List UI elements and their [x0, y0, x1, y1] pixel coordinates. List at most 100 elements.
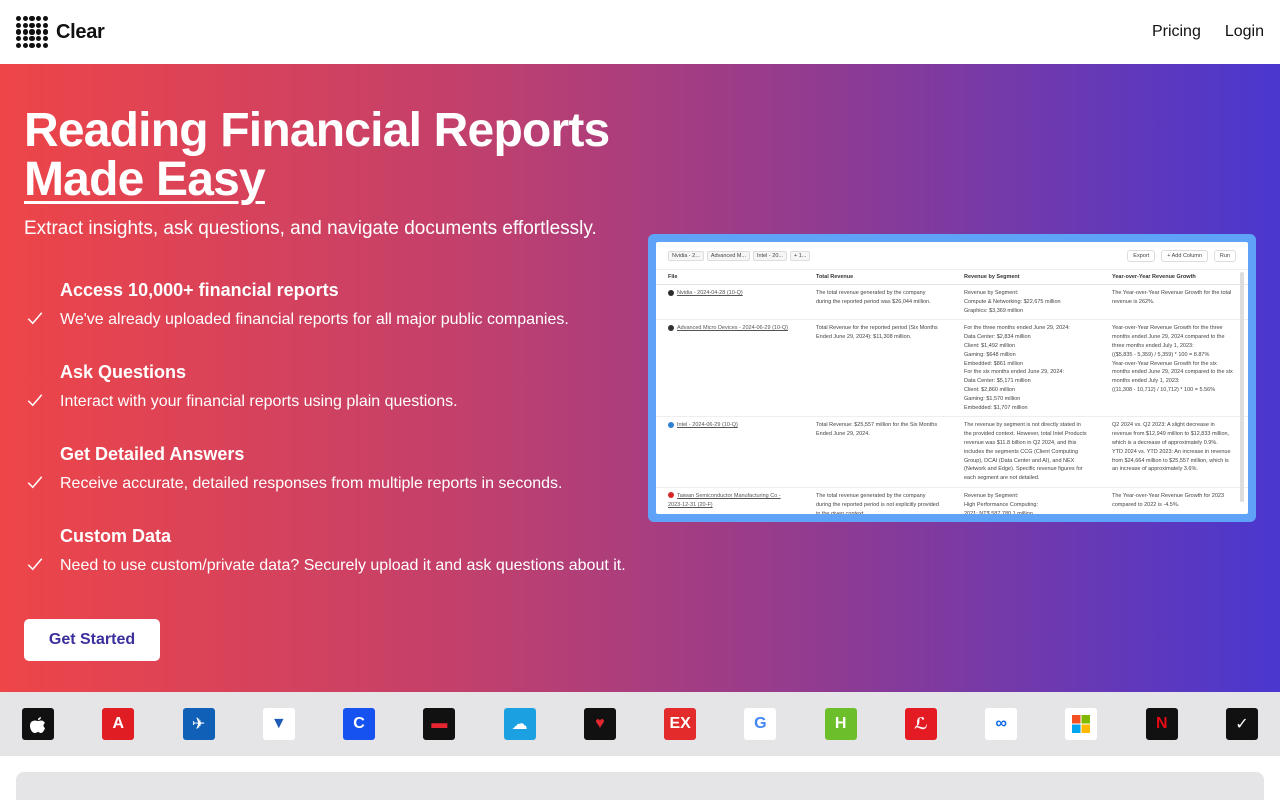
preview-segment-cell: For the three months ended June 29, 2024… [952, 319, 1100, 418]
feature-item: Access 10,000+ financial reports We've a… [24, 278, 634, 332]
logo-mark: EX [669, 715, 691, 732]
checkmark-icon [27, 312, 43, 325]
expedia-logo: EX [664, 708, 697, 740]
logo-mark: N [1155, 715, 1168, 732]
checkmark-icon [27, 558, 43, 571]
logo-mark: ✓ [1235, 716, 1249, 733]
feature-item: Get Detailed Answers Receive accurate, d… [24, 442, 634, 496]
company-dot-icon [668, 421, 674, 428]
hero-section: Reading Financial Reports Made Easy Extr… [0, 64, 1280, 692]
preview-column-header: Revenue by Segment [952, 270, 1100, 285]
logo-mark: ℒ [914, 716, 928, 733]
product-preview: Nvidia - 2... Advanced M... Intel - 20..… [648, 234, 1256, 522]
preview-file-name: Nvidia - 2024-04-28 (10-Q) [677, 290, 743, 296]
logo-mark: ☁ [511, 716, 528, 733]
logo-mark: A [112, 715, 125, 732]
feature-title: Access 10,000+ financial reports [60, 280, 339, 300]
get-started-button[interactable]: Get Started [24, 619, 160, 661]
salesforce-logo: ☁ [503, 708, 536, 740]
preview-file-chip: Nvidia - 2... [668, 250, 704, 261]
logo-mark: H [834, 715, 847, 732]
preview-segment-cell: Revenue by Segment: Compute & Networking… [952, 284, 1100, 321]
hero-title-line1: Reading Financial Reports [24, 104, 610, 157]
feature-description: Receive accurate, detailed responses fro… [60, 475, 563, 492]
preview-revenue-cell: Total Revenue: $25,557 million for the S… [804, 416, 952, 488]
preview-table-panel: Nvidia - 2... Advanced M... Intel - 20..… [656, 242, 1248, 514]
cvs-logo: ♥ [583, 708, 616, 740]
preview-column-header: Year-over-Year Revenue Growth [1100, 270, 1248, 285]
feature-item: Custom Data Need to use custom/private d… [24, 524, 634, 578]
preview-toolbar: Nvidia - 2... Advanced M... Intel - 20..… [656, 242, 1248, 270]
meta-logo: ∞ [985, 708, 1018, 740]
nike-logo: ✓ [1225, 708, 1258, 740]
preview-file-name: Intel - 2024-06-29 (10-Q) [677, 422, 738, 429]
preview-growth-cell: Q2 2024 vs. Q2 2023: A slight decrease i… [1100, 416, 1248, 488]
nav-pricing-link[interactable]: Pricing [1152, 23, 1201, 41]
lyft-logo: ℒ [904, 708, 937, 740]
hero-subtitle: Extract insights, ask questions, and nav… [24, 218, 597, 239]
company-dot-icon [668, 289, 674, 296]
preview-table-row: Taiwan Semiconductor Manufacturing Co - … [656, 487, 1248, 514]
preview-run-button: Run [1213, 249, 1236, 262]
preview-growth-cell: The Year-over-Year Revenue Growth for 20… [1100, 487, 1248, 514]
preview-file-chip: Intel - 20... [753, 250, 787, 261]
logo-mark: C [353, 715, 365, 732]
logo-mark: ∞ [995, 715, 1007, 732]
costco-logo: ▬ [423, 708, 456, 740]
logo-mark: ▬ [431, 715, 448, 732]
header-nav: Pricing Login [1152, 23, 1264, 41]
company-dot-icon [668, 324, 674, 331]
feature-description: We've already uploaded financial reports… [60, 311, 569, 328]
next-section-card [16, 772, 1264, 800]
hulu-logo: H [824, 708, 857, 740]
hero-title: Reading Financial Reports Made Easy [24, 104, 610, 206]
feature-description: Interact with your financial reports usi… [60, 393, 458, 410]
preview-file-cell: Taiwan Semiconductor Manufacturing Co - … [656, 487, 804, 514]
feature-description: Need to use custom/private data? Securel… [60, 557, 626, 574]
feature-title: Ask Questions [60, 362, 187, 382]
logo-mark: ▼ [270, 715, 287, 732]
preview-revenue-cell: Total Revenue for the reported period (S… [804, 319, 952, 418]
preview-export-button: Export [1127, 249, 1156, 262]
preview-revenue-cell: The total revenue generated by the compa… [804, 487, 952, 514]
preview-file-name: Taiwan Semiconductor Manufacturing Co - … [668, 492, 781, 508]
boeing-logo: ✈ [182, 708, 215, 740]
preview-table-row: Nvidia - 2024-04-28 (10-Q) The total reve… [656, 284, 1248, 321]
company-dot-icon [668, 492, 674, 499]
preview-file-chip: + 1... [790, 250, 811, 261]
preview-add-column-button: + Add Column [1161, 249, 1208, 262]
preview-file-cell: Intel - 2024-06-29 (10-Q) [656, 416, 804, 488]
brand-dots-icon [16, 16, 48, 48]
top-nav-bar: Clear Pricing Login [0, 0, 1280, 64]
adobe-logo: A [102, 708, 135, 740]
logo-mark: ✈ [191, 716, 206, 733]
company-logo-strip: A ✈ ▼ C ▬ ☁ ♥ EX G H ℒ ∞ N ✓ [0, 692, 1280, 756]
feature-list: Access 10,000+ financial reports We've a… [24, 278, 634, 606]
brand-name: Clear [56, 20, 105, 43]
preview-table-row: Intel - 2024-06-29 (10-Q) Total Revenue: … [656, 416, 1248, 488]
preview-segment-cell: The revenue by segment is not directly s… [952, 416, 1100, 488]
preview-scrollbar [1240, 272, 1244, 502]
logo-mark: ♥ [595, 715, 605, 732]
preview-column-header: File [656, 270, 804, 285]
preview-file-name: Advanced Micro Devices - 2024-06-29 (10-… [677, 325, 788, 332]
preview-file-cell: Advanced Micro Devices - 2024-06-29 (10-… [656, 319, 804, 418]
brand-home-link[interactable]: Clear [16, 16, 105, 48]
preview-growth-cell: The Year-over-Year Revenue Growth for th… [1100, 284, 1248, 321]
preview-column-header: Total Revenue [804, 270, 952, 285]
chevron-logo: ▼ [262, 708, 295, 740]
preview-table: File Total Revenue Revenue by Segment Ye… [656, 270, 1248, 514]
preview-growth-cell: Year-over-Year Revenue Growth for the th… [1100, 319, 1248, 418]
hero-title-line2: Made Easy [24, 153, 266, 206]
preview-file-chip: Advanced M... [706, 250, 750, 261]
coinbase-logo: C [343, 708, 376, 740]
logo-mark: G [754, 715, 767, 732]
nav-login-link[interactable]: Login [1225, 23, 1264, 41]
checkmark-icon [27, 394, 43, 407]
feature-title: Get Detailed Answers [60, 444, 245, 464]
google-logo: G [744, 708, 777, 740]
feature-title: Custom Data [60, 526, 172, 546]
preview-table-row: Advanced Micro Devices - 2024-06-29 (10-… [656, 319, 1248, 418]
feature-item: Ask Questions Interact with your financi… [24, 360, 634, 414]
checkmark-icon [27, 476, 43, 489]
